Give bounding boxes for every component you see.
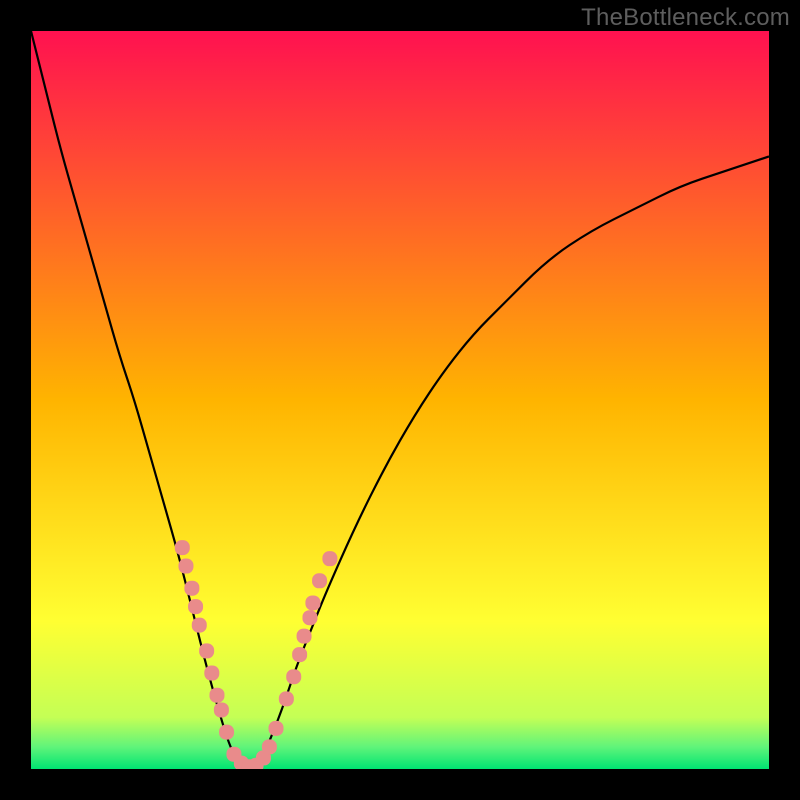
data-marker [302,610,317,625]
data-marker [305,595,320,610]
data-marker [292,647,307,662]
data-marker [178,559,193,574]
data-marker [175,540,190,555]
data-marker [214,702,229,717]
watermark-text: TheBottleneck.com [581,4,790,32]
data-marker [199,643,214,658]
data-marker [188,599,203,614]
bottleneck-chart [31,31,769,769]
data-marker [184,581,199,596]
plot-frame [31,31,769,769]
data-marker [286,669,301,684]
data-marker [192,618,207,633]
data-marker [204,666,219,681]
data-marker [209,688,224,703]
data-marker [262,739,277,754]
data-marker [312,573,327,588]
data-marker [269,721,284,736]
data-marker [322,551,337,566]
data-marker [297,629,312,644]
data-marker [219,725,234,740]
gradient-background [31,31,769,769]
data-marker [279,691,294,706]
